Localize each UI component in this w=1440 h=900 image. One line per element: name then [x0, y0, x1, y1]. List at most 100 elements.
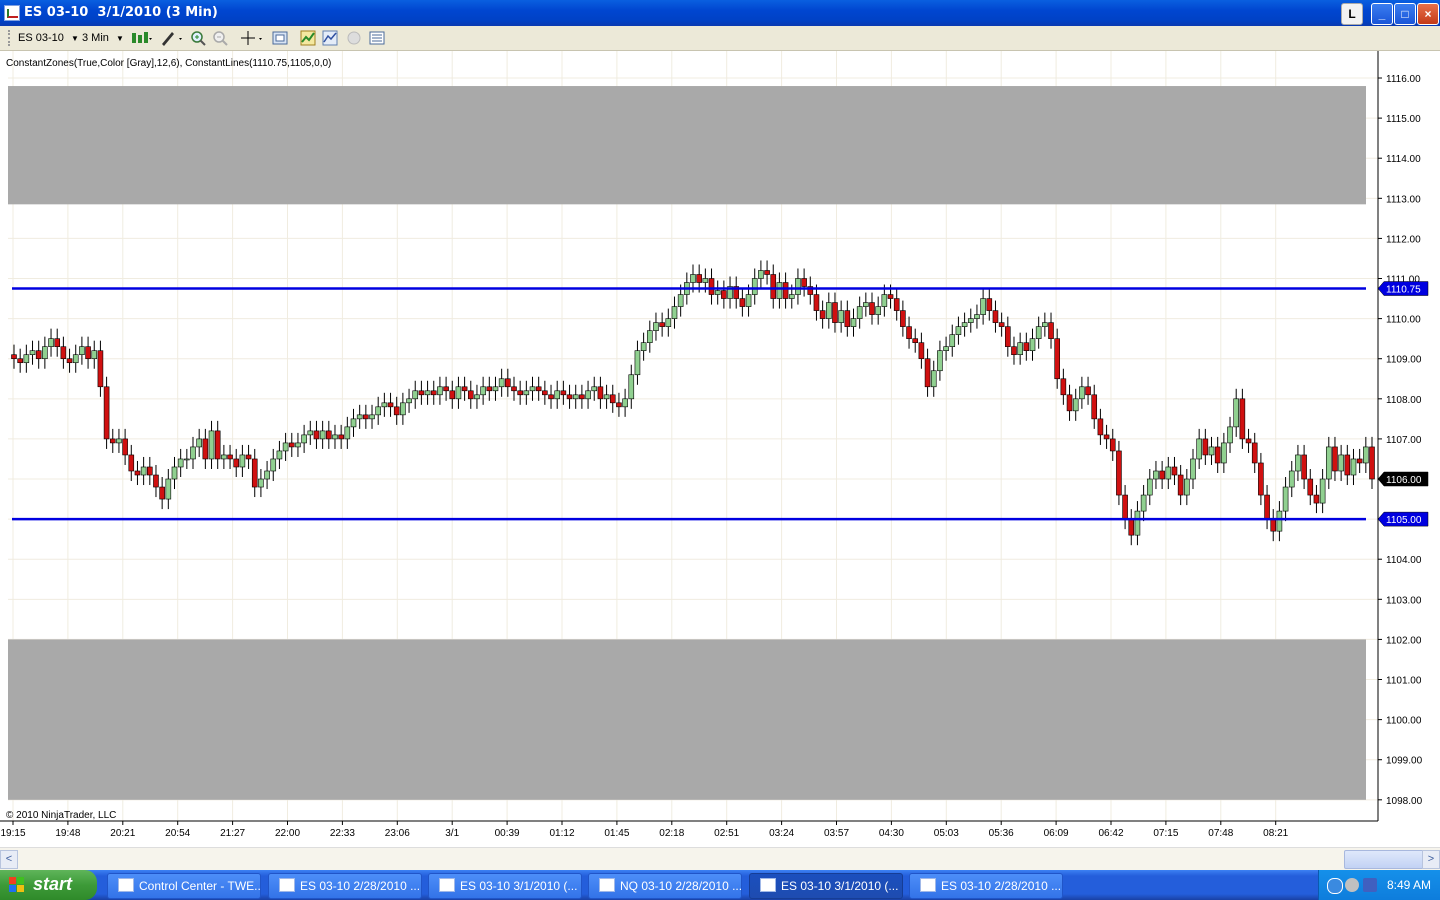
- candle-down: [313, 430, 320, 440]
- candle-up: [702, 278, 709, 283]
- candle-down: [1109, 438, 1116, 452]
- crosshair-icon[interactable]: [240, 30, 264, 46]
- candle-up: [1338, 454, 1344, 472]
- chart-horizontal-scrollbar[interactable]: < >: [0, 847, 1440, 870]
- start-button[interactable]: start: [0, 870, 97, 900]
- zoom-out-icon[interactable]: [212, 30, 228, 46]
- candle-down: [739, 298, 746, 307]
- scroll-left-button[interactable]: <: [0, 850, 18, 869]
- price-chart[interactable]: 1116.00 1115.00 1114.00 1113.00 1112.00 1111.…: [0, 51, 1440, 847]
- zoom-in-icon[interactable]: [190, 30, 206, 46]
- toolbar-grip[interactable]: [8, 30, 14, 46]
- x-tick-label: 05:36: [989, 828, 1014, 839]
- instrument-selector[interactable]: ES 03-10 ▼: [18, 30, 79, 46]
- candle-down: [97, 350, 104, 388]
- start-label: start: [33, 874, 73, 894]
- window-title: ES 03-10 3/1/2010 (3 Min): [24, 5, 218, 20]
- indicators-icon[interactable]: [300, 30, 316, 46]
- y-tick-label: 1108.00: [1386, 395, 1422, 406]
- candle-down: [202, 438, 209, 460]
- candle-up: [190, 446, 196, 460]
- candle-up: [307, 430, 314, 436]
- x-tick-label: 02:18: [659, 828, 684, 839]
- candle-down: [1171, 466, 1178, 476]
- candle-down: [1214, 446, 1221, 464]
- taskbar-button-label: ES 03-10 3/1/2010 (...: [460, 879, 578, 893]
- candle-down: [560, 390, 567, 396]
- candle-up: [356, 414, 363, 420]
- candle-up: [1208, 446, 1215, 456]
- interval-selector[interactable]: 3 Min ▼: [82, 30, 124, 46]
- scroll-thumb[interactable]: [1344, 850, 1424, 869]
- candle-down: [443, 386, 449, 392]
- maximize-button[interactable]: □: [1394, 3, 1416, 25]
- candle-down: [616, 402, 622, 408]
- taskbar-button[interactable]: ES 03-10 3/1/2010 (...: [428, 873, 582, 899]
- candle-down: [1369, 446, 1375, 480]
- candle-up: [949, 334, 956, 347]
- volume-icon[interactable]: [1363, 878, 1377, 892]
- properties-icon[interactable]: [369, 30, 385, 46]
- candle-up: [344, 426, 351, 440]
- candle-up: [369, 414, 375, 420]
- strategies-icon[interactable]: [322, 30, 338, 46]
- candle-down: [159, 486, 165, 500]
- candle-up: [1165, 466, 1172, 480]
- candle-up: [1017, 342, 1023, 356]
- candle-down: [696, 274, 702, 283]
- candle-down: [85, 346, 91, 360]
- x-tick-label: 21:27: [220, 828, 245, 839]
- taskbar-button-label: Control Center - TWE...: [139, 879, 261, 893]
- candle-up: [1079, 386, 1085, 400]
- taskbar-button[interactable]: Control Center - TWE...: [107, 873, 261, 899]
- link-button[interactable]: L: [1341, 3, 1363, 25]
- candle-down: [511, 386, 517, 392]
- last-price-marker-label: 1106.00: [1386, 475, 1422, 486]
- candle-up: [264, 470, 270, 480]
- tray-expand-icon[interactable]: [1327, 878, 1343, 894]
- bar-type-icon[interactable]: [130, 30, 154, 46]
- candle-down: [1091, 394, 1098, 420]
- system-tray: 8:49 AM: [1318, 870, 1440, 900]
- x-tick-label: 19:48: [55, 828, 80, 839]
- data-box-icon[interactable]: [346, 30, 362, 46]
- candle-down: [54, 338, 61, 347]
- taskbar-button-label: ES 03-10 2/28/2010 ...: [300, 879, 421, 893]
- candle-up: [116, 438, 122, 444]
- close-button[interactable]: ×: [1417, 3, 1439, 25]
- time-axis: 19:15 19:48 20:21 20:54 21:27 22:00 22:33 23:06…: [0, 820, 1378, 839]
- minimize-button[interactable]: _: [1371, 3, 1393, 25]
- candle-up: [140, 466, 147, 476]
- y-tick-label: 1113.00: [1386, 194, 1421, 205]
- candle-up: [406, 398, 412, 404]
- candlestick-series: [11, 260, 1375, 546]
- snapshot-icon[interactable]: [272, 30, 288, 46]
- candle-up: [72, 354, 79, 364]
- candle-down: [1202, 438, 1209, 456]
- candle-down: [1258, 462, 1264, 496]
- candle-up: [492, 386, 499, 392]
- y-tick-label: 1098.00: [1386, 796, 1423, 807]
- taskbar-button[interactable]: NQ 03-10 2/28/2010 ...: [588, 873, 742, 899]
- scroll-right-button[interactable]: >: [1422, 850, 1440, 869]
- taskbar-button[interactable]: ES 03-10 2/28/2010 ...: [909, 873, 1063, 899]
- candle-up: [474, 394, 480, 400]
- window-title-bar[interactable]: ES 03-10 3/1/2010 (3 Min) L _ □ ×: [0, 0, 1440, 26]
- chart-canvas[interactable]: 1116.001115.001114.001113.001112.001111.…: [0, 51, 1440, 847]
- drawing-tools-icon[interactable]: [160, 30, 184, 46]
- taskbar-button[interactable]: ES 03-10 3/1/2010 (...: [749, 873, 903, 899]
- candle-up: [943, 346, 949, 351]
- candle-down: [893, 298, 900, 311]
- control-center-icon: [118, 878, 134, 892]
- candle-down: [1245, 438, 1252, 444]
- candle-up: [838, 310, 844, 323]
- taskbar-button[interactable]: ES 03-10 2/28/2010 ...: [268, 873, 422, 899]
- last-price-marker: 1106.00: [1377, 471, 1429, 487]
- candle-up: [881, 294, 888, 307]
- candle-up: [1146, 478, 1153, 496]
- candle-down: [449, 390, 456, 400]
- candle-up: [29, 350, 36, 356]
- network-icon[interactable]: [1345, 878, 1359, 892]
- candle-down: [128, 454, 135, 472]
- candle-up: [863, 302, 869, 307]
